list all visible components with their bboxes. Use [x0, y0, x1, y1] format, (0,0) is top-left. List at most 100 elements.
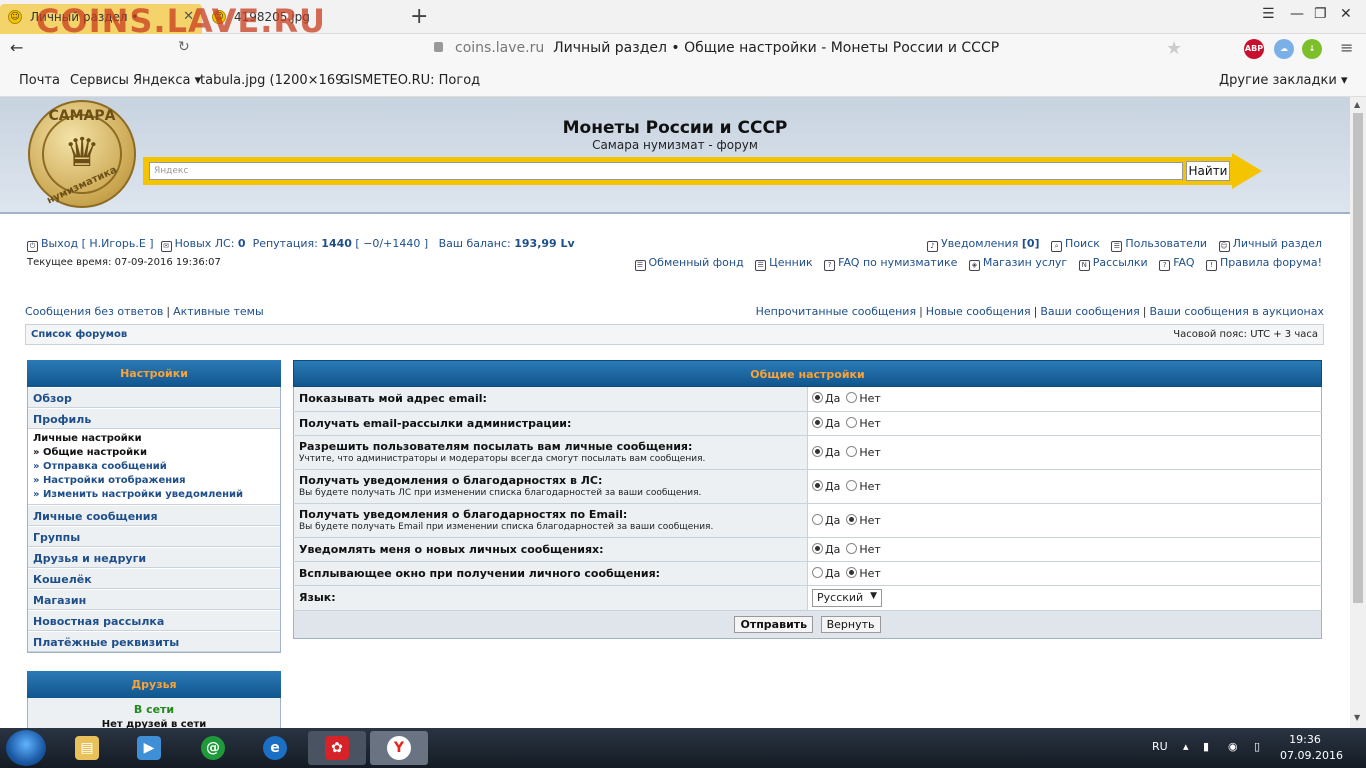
unanswered-link[interactable]: Сообщения без ответов — [25, 305, 163, 318]
taskbar-explorer[interactable]: ▤ — [58, 731, 116, 765]
mailings-link[interactable]: Рассылки — [1093, 256, 1148, 269]
radio-no[interactable]: Нет — [846, 513, 881, 527]
radio-no[interactable]: Нет — [846, 542, 881, 556]
radio-yes-icon[interactable] — [812, 513, 823, 525]
cloud-icon[interactable]: ☁ — [1274, 39, 1294, 59]
sidebar-item-pm[interactable]: Личные сообщения — [28, 505, 280, 526]
page-scrollbar[interactable]: ▲ ▼ — [1350, 97, 1366, 728]
sidebar-item-profile[interactable]: Профиль — [28, 408, 280, 429]
radio-no-icon[interactable] — [846, 479, 858, 491]
clock[interactable]: 19:36 07.09.2016 — [1280, 732, 1343, 764]
your-posts-link[interactable]: Ваши сообщения — [1040, 305, 1139, 318]
new-posts-link[interactable]: Новые сообщения — [926, 305, 1031, 318]
radio-yes[interactable]: Да — [812, 566, 840, 580]
radio-no-icon[interactable] — [846, 513, 858, 525]
radio-yes-icon[interactable] — [812, 566, 823, 578]
yandex-search-input[interactable]: Яндекс — [149, 162, 1183, 180]
taskbar-media[interactable]: ▶ — [120, 731, 178, 765]
scroll-thumb[interactable] — [1353, 113, 1363, 603]
bookmark-yandex-services[interactable]: Сервисы Яндекса ▾ — [70, 73, 201, 88]
radio-no-icon[interactable] — [846, 445, 858, 457]
tray-expand-icon[interactable]: ▴ — [1183, 740, 1189, 753]
scroll-down-icon[interactable]: ▼ — [1354, 713, 1360, 722]
radio-yes[interactable]: Да — [812, 416, 840, 430]
bookmark-star-icon[interactable]: ★ — [1166, 38, 1182, 59]
taskbar-huawei[interactable]: ✿ — [308, 731, 366, 765]
yandex-search-button[interactable]: Найти — [1186, 161, 1230, 181]
radio-no[interactable]: Нет — [846, 479, 881, 493]
bookmark-mail[interactable]: Почта — [19, 73, 60, 88]
sidebar-item-wallet[interactable]: Кошелёк — [28, 568, 280, 589]
ucp-link[interactable]: Личный раздел — [1233, 237, 1322, 250]
taskbar-yandex-browser[interactable]: Y — [370, 731, 428, 765]
restore-icon[interactable]: ❐ — [1314, 6, 1327, 22]
reset-button[interactable]: Вернуть — [820, 615, 881, 633]
active-topics-link[interactable]: Активные темы — [173, 305, 264, 318]
radio-no[interactable]: Нет — [846, 392, 881, 405]
sidebar-item-payment[interactable]: Платёжные реквизиты — [28, 631, 280, 652]
close-window-icon[interactable]: ✕ — [1340, 6, 1352, 22]
forum-list-link[interactable]: Список форумов — [31, 329, 127, 340]
unread-link[interactable]: Непрочитанные сообщения — [756, 305, 916, 318]
radio-yes-icon[interactable] — [812, 392, 823, 404]
radio-yes[interactable]: Да — [812, 513, 840, 527]
radio-yes[interactable]: Да — [812, 479, 840, 493]
other-bookmarks[interactable]: Другие закладки ▾ — [1219, 73, 1347, 88]
radio-no-icon[interactable] — [846, 392, 858, 404]
submit-button[interactable]: Отправить — [734, 615, 814, 633]
radio-yes-icon[interactable] — [812, 542, 823, 554]
site-logo[interactable]: САМАРА ♛ нумизматика — [28, 100, 136, 208]
taskbar-mail-agent[interactable]: @ — [184, 731, 242, 765]
scroll-up-icon[interactable]: ▲ — [1354, 100, 1360, 109]
radio-yes-icon[interactable] — [812, 479, 823, 491]
radio-no[interactable]: Нет — [846, 566, 881, 580]
menu-icon[interactable]: ☰ — [1262, 6, 1275, 22]
bookmark-gismeteo[interactable]: GISMETEO.RU: Погод — [340, 73, 480, 88]
url-field[interactable]: coins.lave.ru Личный раздел • Общие наст… — [455, 40, 999, 56]
sidebar-item-overview[interactable]: Обзор — [28, 387, 280, 408]
browser-menu-icon[interactable]: ≡ — [1340, 38, 1353, 57]
radio-yes[interactable]: Да — [812, 445, 840, 459]
prices-link[interactable]: Ценник — [769, 256, 812, 269]
radio-no[interactable]: Нет — [846, 445, 881, 459]
search-link[interactable]: Поиск — [1065, 237, 1100, 250]
language-select[interactable]: Русский ▼ — [812, 588, 882, 607]
exchange-link[interactable]: Обменный фонд — [649, 256, 744, 269]
start-button[interactable] — [6, 730, 46, 766]
faq-numis-link[interactable]: FAQ по нумизматике — [838, 256, 957, 269]
rules-link[interactable]: Правила форума! — [1220, 256, 1322, 269]
taskbar-ie[interactable]: e — [246, 731, 304, 765]
radio-no-icon[interactable] — [846, 416, 858, 428]
sidebar-subitem-notifications[interactable]: » Изменить настройки уведомлений — [33, 489, 275, 500]
back-arrow-icon[interactable]: ← — [10, 38, 23, 57]
chrome-icon[interactable]: ◉ — [1228, 740, 1238, 753]
language-indicator[interactable]: RU — [1152, 740, 1168, 753]
radio-yes-icon[interactable] — [812, 416, 823, 428]
notifications-link[interactable]: Уведомления [0] — [941, 237, 1040, 250]
radio-no-icon[interactable] — [846, 566, 858, 578]
sidebar-item-shop[interactable]: Магазин — [28, 589, 280, 610]
faq-link[interactable]: FAQ — [1173, 256, 1194, 269]
radio-yes[interactable]: Да — [812, 392, 840, 405]
radio-yes[interactable]: Да — [812, 542, 840, 556]
sidebar-item-groups[interactable]: Группы — [28, 526, 280, 547]
signal-icon[interactable]: ▮ — [1203, 740, 1209, 753]
sidebar-item-friends[interactable]: Друзья и недруги — [28, 547, 280, 568]
battery-icon[interactable]: ▯ — [1254, 740, 1260, 753]
bookmark-tabula[interactable]: tabula.jpg (1200×169 — [200, 73, 343, 88]
sidebar-item-newsletter[interactable]: Новостная рассылка — [28, 610, 280, 631]
shop-link[interactable]: Магазин услуг — [983, 256, 1067, 269]
logout-link[interactable]: Выход [ Н.Игорь.Е ] — [41, 237, 154, 250]
sidebar-subitem-general[interactable]: » Общие настройки — [33, 447, 275, 458]
users-link[interactable]: Пользователи — [1125, 237, 1207, 250]
new-tab-icon[interactable]: + — [410, 4, 428, 29]
radio-no[interactable]: Нет — [846, 416, 881, 430]
download-icon[interactable]: ↓ — [1302, 39, 1322, 59]
reload-icon[interactable]: ↻ — [178, 39, 190, 55]
sidebar-subitem-display[interactable]: » Настройки отображения — [33, 475, 275, 486]
radio-no-icon[interactable] — [846, 542, 858, 554]
minimize-icon[interactable]: — — [1290, 6, 1304, 22]
reputation-detail[interactable]: [ −0/+1440 ] — [355, 237, 428, 250]
sidebar-subitem-posting[interactable]: » Отправка сообщений — [33, 461, 275, 472]
radio-yes-icon[interactable] — [812, 445, 823, 457]
